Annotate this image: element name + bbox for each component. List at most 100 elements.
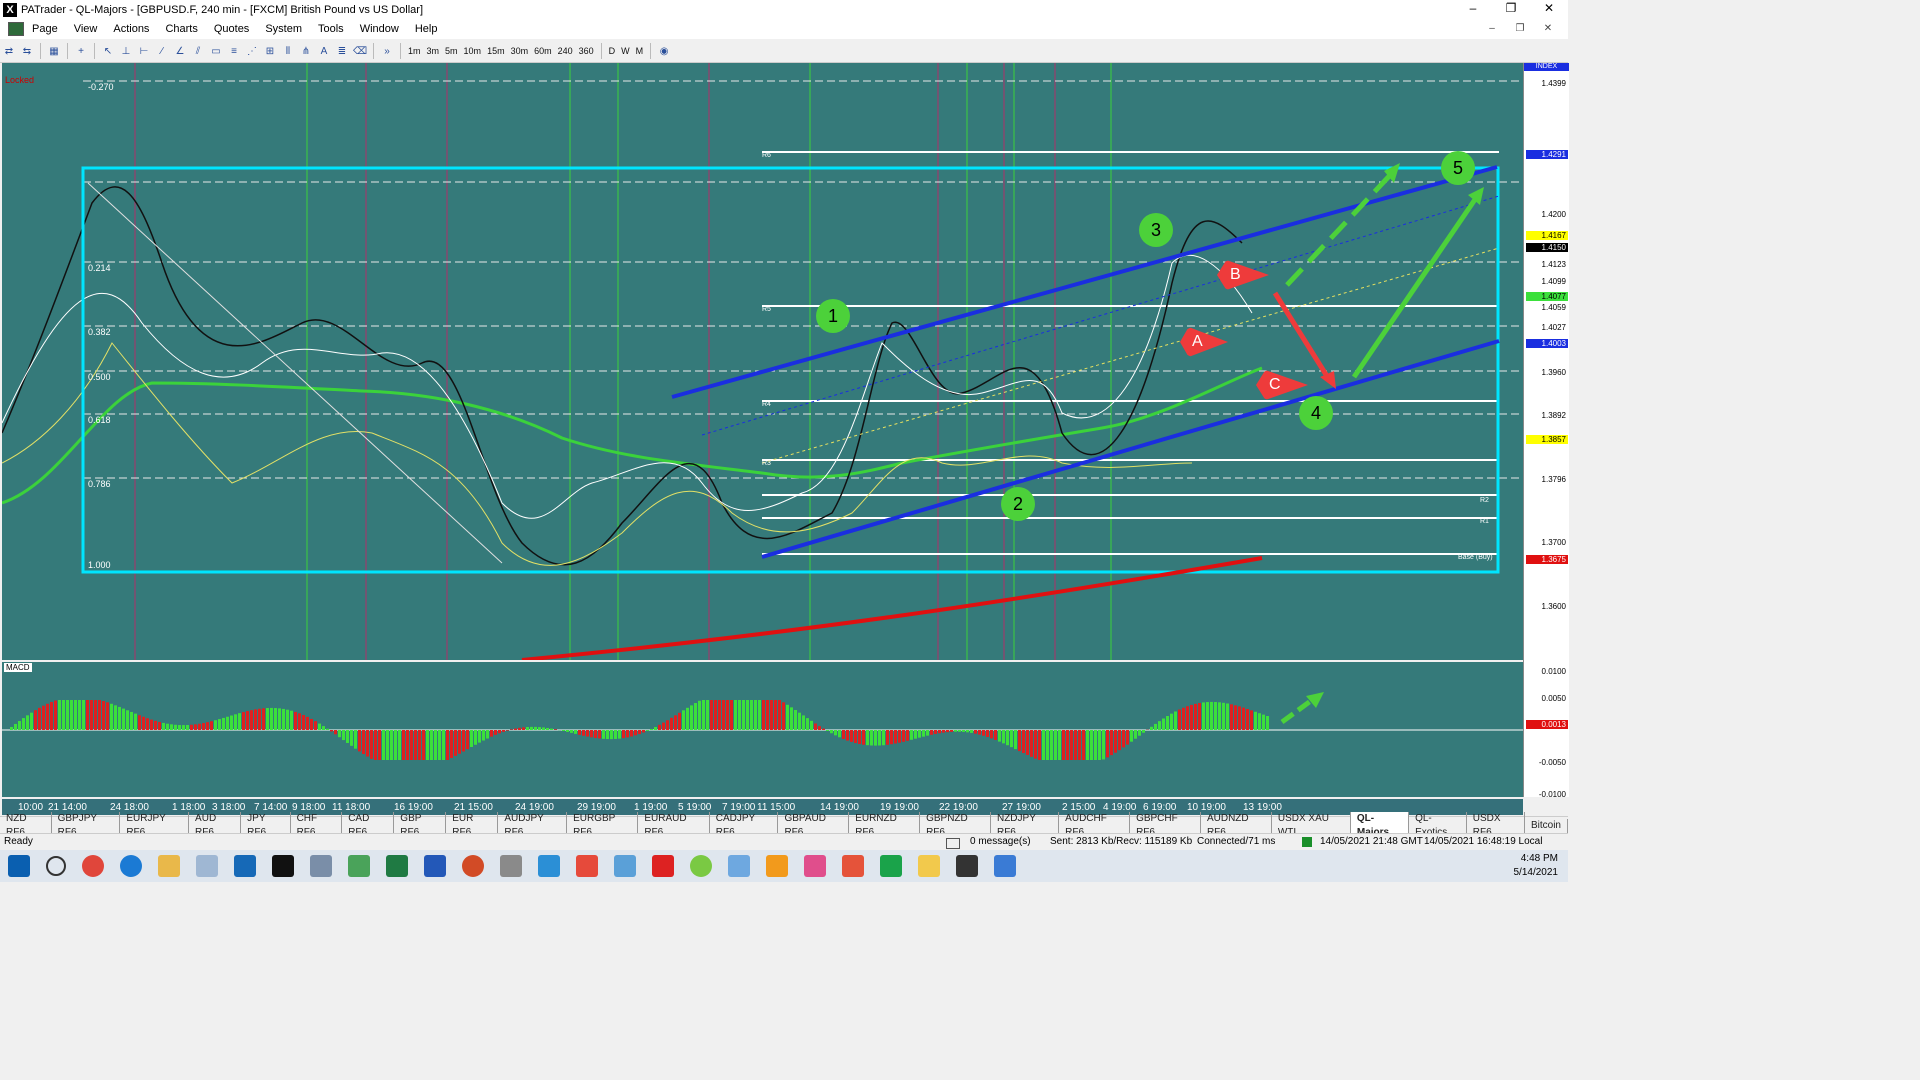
timeframe-240[interactable]: 240 — [555, 46, 576, 56]
macd-bar — [198, 723, 201, 730]
menu-system[interactable]: System — [257, 19, 310, 39]
chrome-icon[interactable] — [82, 855, 104, 877]
timeframe-daily[interactable]: D — [606, 46, 619, 56]
workspace-tab[interactable]: Bitcoin — [1525, 818, 1568, 833]
calculator-icon[interactable] — [310, 855, 332, 877]
notes-app-icon[interactable] — [918, 855, 940, 877]
pointer-icon[interactable]: ↖ — [101, 44, 115, 58]
menu-actions[interactable]: Actions — [105, 19, 157, 39]
outlook-icon[interactable] — [234, 855, 256, 877]
horizontal-line-icon[interactable]: ⊥ — [119, 44, 133, 58]
close-button[interactable]: ✕ — [1530, 0, 1568, 19]
macd-bar — [626, 730, 629, 738]
mdi-close-button[interactable]: ✕ — [1534, 19, 1562, 39]
price-axis: INDEX 1.4399 1.4291 1.4200 1.4167 1.4150 1.41… — [1523, 63, 1569, 799]
macd-bar — [318, 723, 321, 730]
minimize-button[interactable]: – — [1454, 0, 1492, 19]
macd-bar — [486, 730, 489, 739]
photos-icon[interactable] — [614, 855, 636, 877]
menu-quotes[interactable]: Quotes — [206, 19, 257, 39]
menu-window[interactable]: Window — [352, 19, 407, 39]
clock-icon[interactable]: ◉ — [657, 44, 671, 58]
bird-app-icon[interactable] — [652, 855, 674, 877]
timeframe-30m[interactable]: 30m — [508, 46, 532, 56]
gann-icon[interactable]: ⊞ — [263, 44, 277, 58]
powerpoint-icon[interactable] — [462, 855, 484, 877]
word-icon[interactable] — [424, 855, 446, 877]
camtasia-icon[interactable] — [880, 855, 902, 877]
edge-icon[interactable] — [120, 855, 142, 877]
macd-bar — [710, 700, 713, 730]
price-chart[interactable]: Locked -0.270 0.214 0.382 0.500 0.618 0.… — [2, 63, 1523, 660]
timeframe-1m[interactable]: 1m — [405, 46, 424, 56]
macd-bar — [698, 700, 701, 730]
macd-bar — [774, 700, 777, 730]
chart-type-icon[interactable]: ▦ — [47, 44, 61, 58]
green-app-icon[interactable] — [690, 855, 712, 877]
system-clock[interactable]: 4:48 PM 5/14/2021 — [1514, 852, 1559, 880]
menu-tools[interactable]: Tools — [310, 19, 352, 39]
macd-bar — [734, 700, 737, 730]
macd-panel[interactable]: MACD — [2, 662, 1523, 797]
file-explorer-icon[interactable] — [158, 855, 180, 877]
capture-app-icon[interactable] — [842, 855, 864, 877]
zoom-out-icon[interactable]: ⇆ — [20, 44, 34, 58]
spreadsheet-tool-icon[interactable] — [348, 855, 370, 877]
network-app-icon[interactable] — [728, 855, 750, 877]
macd-bar — [958, 730, 961, 732]
timeframe-15m[interactable]: 15m — [484, 46, 508, 56]
mdi-restore-button[interactable]: ❐ — [1506, 19, 1534, 39]
menu-help[interactable]: Help — [407, 19, 446, 39]
image-viewer-icon[interactable] — [994, 855, 1016, 877]
timeframe-weekly[interactable]: W — [618, 46, 633, 56]
search-icon[interactable] — [46, 856, 66, 876]
snagit-icon[interactable] — [576, 855, 598, 877]
andrews-pitchfork-icon[interactable]: ⋔ — [299, 44, 313, 58]
vertical-line-icon[interactable]: ⊢ — [137, 44, 151, 58]
mdi-minimize-button[interactable]: – — [1478, 19, 1506, 39]
page-icon[interactable] — [8, 22, 24, 36]
macd-bar — [902, 730, 905, 742]
maximize-button[interactable]: ❐ — [1492, 0, 1530, 19]
price-tag: 1.4291 — [1526, 150, 1568, 159]
patrader-icon[interactable] — [272, 855, 294, 877]
macd-bar — [1090, 730, 1093, 760]
erase-icon[interactable]: ⌫ — [353, 44, 367, 58]
crosshair-icon[interactable]: + — [74, 44, 88, 58]
orange-app-icon[interactable] — [766, 855, 788, 877]
app-window-icon[interactable] — [500, 855, 522, 877]
menu-page[interactable]: Page — [24, 19, 66, 39]
movie-app-icon[interactable] — [956, 855, 978, 877]
macd-bar — [1054, 730, 1057, 760]
envelope-icon[interactable] — [946, 838, 960, 849]
channel-icon[interactable]: ⫽ — [191, 44, 205, 58]
timeframe-60m[interactable]: 60m — [531, 46, 555, 56]
more-tools-icon[interactable]: » — [380, 44, 394, 58]
macd-bar — [562, 730, 565, 732]
macd-bar — [1202, 702, 1205, 730]
timeframe-monthly[interactable]: M — [633, 46, 647, 56]
menu-view[interactable]: View — [66, 19, 106, 39]
timeframe-10m[interactable]: 10m — [461, 46, 485, 56]
terminal-icon[interactable] — [196, 855, 218, 877]
timeframe-360[interactable]: 360 — [576, 46, 597, 56]
macd-bar — [946, 730, 949, 733]
skype-icon[interactable] — [538, 855, 560, 877]
excel-icon[interactable] — [386, 855, 408, 877]
timeframe-3m[interactable]: 3m — [424, 46, 443, 56]
zoom-in-icon[interactable]: ⇄ — [2, 44, 16, 58]
angle-line-icon[interactable]: ∠ — [173, 44, 187, 58]
menu-charts[interactable]: Charts — [157, 19, 205, 39]
fib-retracement-icon[interactable]: ≡ — [227, 44, 241, 58]
slack-icon[interactable] — [804, 855, 826, 877]
text-tool-icon[interactable]: A — [317, 44, 331, 58]
start-icon[interactable] — [8, 855, 30, 877]
trendline-icon[interactable]: ∕ — [155, 44, 169, 58]
timeframe-5m[interactable]: 5m — [442, 46, 461, 56]
cycle-lines-icon[interactable]: ⦀ — [281, 44, 295, 58]
fib-fan-icon[interactable]: ⋰ — [245, 44, 259, 58]
toolbar-separator — [94, 43, 95, 59]
price-tag: 1.4399 — [1526, 79, 1568, 88]
speed-lines-icon[interactable]: ≣ — [335, 44, 349, 58]
rectangle-icon[interactable]: ▭ — [209, 44, 223, 58]
